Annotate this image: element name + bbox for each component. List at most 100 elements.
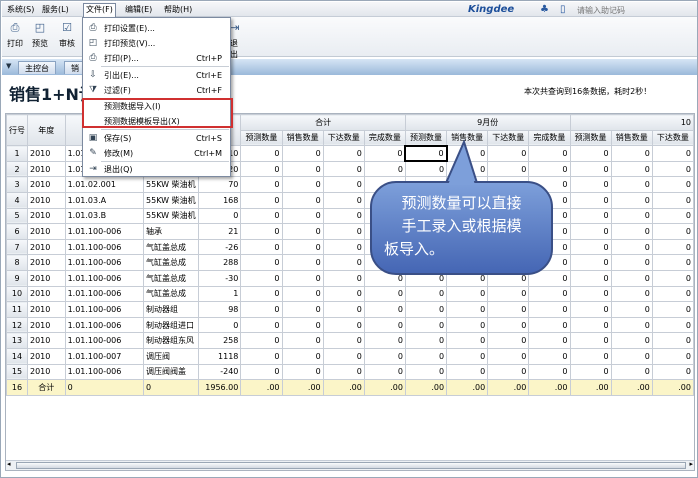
value-cell[interactable]: 0 [322, 269, 365, 287]
value-cell[interactable]: 0 [651, 238, 694, 256]
value-cell[interactable]: 0 [240, 301, 283, 318]
value-cell[interactable]: 0 [528, 332, 571, 349]
product-code-cell[interactable]: 1.01.100-007 [64, 347, 145, 365]
sub-header-cell[interactable]: 下达数量 [322, 129, 365, 147]
value-cell[interactable]: 0 [610, 145, 653, 162]
value-cell[interactable]: 0 [404, 347, 448, 365]
value-cell[interactable]: 0 [446, 145, 489, 162]
header-group-september[interactable]: 9月份 [404, 114, 571, 131]
value-cell[interactable]: 0 [446, 316, 489, 334]
year-cell[interactable]: 2010 [27, 347, 66, 365]
product-code-cell[interactable]: 1.01.100-006 [64, 316, 145, 334]
value-cell[interactable]: 0 [569, 238, 612, 256]
quantity-cell[interactable]: -26 [197, 238, 242, 256]
product-code-cell[interactable]: 1.01.100-006 [64, 332, 145, 349]
value-cell[interactable]: 0 [651, 269, 694, 287]
year-cell[interactable]: 2010 [27, 363, 66, 381]
menu-item-5[interactable]: ⧩ 过滤(F) Ctrl+F [84, 84, 230, 97]
value-cell[interactable]: 0 [610, 254, 653, 271]
value-cell[interactable]: 0 [446, 332, 489, 349]
value-cell[interactable]: 0 [281, 332, 324, 349]
year-cell[interactable]: 2010 [27, 160, 66, 178]
quantity-cell[interactable]: 288 [197, 254, 242, 271]
header-row-number[interactable]: 行号 [6, 114, 28, 147]
product-code-cell[interactable]: 1.01.100-006 [64, 238, 145, 256]
total-value-cell[interactable]: .00 [569, 379, 612, 396]
value-cell[interactable]: 0 [322, 347, 365, 365]
row-number-cell[interactable]: 1 [6, 145, 28, 162]
total-value-cell[interactable]: .00 [610, 379, 653, 396]
menu-file[interactable]: 文件(F) [83, 3, 116, 18]
row-number-cell[interactable]: 3 [6, 176, 28, 193]
value-cell[interactable]: 0 [240, 269, 283, 287]
value-cell[interactable]: 0 [240, 145, 283, 162]
value-cell[interactable]: 0 [363, 316, 406, 334]
row-number-cell[interactable]: 4 [6, 191, 28, 209]
total-value-cell[interactable]: .00 [404, 379, 448, 396]
value-cell[interactable]: 0 [569, 160, 612, 178]
product-name-cell[interactable]: 气缸盖总成 [143, 254, 199, 271]
total-quantity-cell[interactable]: 1956.00 [197, 379, 242, 396]
value-cell[interactable]: 0 [487, 301, 530, 318]
sub-header-cell[interactable]: 预测数量 [240, 129, 283, 147]
value-cell[interactable]: 0 [610, 207, 653, 225]
value-cell[interactable]: 0 [610, 238, 653, 256]
value-cell[interactable]: 0 [240, 223, 283, 240]
row-number-cell[interactable]: 10 [6, 285, 28, 303]
value-cell[interactable]: 0 [281, 145, 324, 162]
value-cell[interactable]: 0 [569, 223, 612, 240]
sub-header-cell[interactable]: 下达数量 [651, 129, 694, 147]
value-cell[interactable]: 0 [569, 363, 612, 381]
value-cell[interactable]: 0 [322, 285, 365, 303]
value-cell[interactable]: 0 [404, 285, 448, 303]
product-code-cell[interactable]: 1.01.100-006 [64, 285, 145, 303]
tab-list-icon[interactable]: ▼ [6, 62, 11, 70]
value-cell[interactable]: 0 [651, 363, 694, 381]
sub-header-cell[interactable]: 预测数量 [569, 129, 612, 147]
year-cell[interactable]: 2010 [27, 301, 66, 318]
quantity-cell[interactable]: -30 [197, 269, 242, 287]
value-cell[interactable]: 0 [281, 223, 324, 240]
value-cell[interactable]: 0 [322, 363, 365, 381]
value-cell[interactable]: 0 [281, 254, 324, 271]
value-cell[interactable]: 0 [240, 363, 283, 381]
sub-header-cell[interactable]: 销售数量 [281, 129, 324, 147]
product-code-cell[interactable]: 1.01.100-006 [64, 254, 145, 271]
value-cell[interactable]: 0 [322, 301, 365, 318]
value-cell[interactable]: 0 [322, 254, 365, 271]
value-cell[interactable]: 0 [651, 207, 694, 225]
value-cell[interactable]: 0 [281, 285, 324, 303]
value-cell[interactable]: 0 [569, 145, 612, 162]
year-cell[interactable]: 2010 [27, 269, 66, 287]
year-cell[interactable]: 2010 [27, 145, 66, 162]
value-cell[interactable]: 0 [281, 347, 324, 365]
sub-header-cell[interactable]: 预测数量 [404, 129, 448, 147]
value-cell[interactable]: 0 [281, 363, 324, 381]
value-cell[interactable]: 0 [281, 207, 324, 225]
tab-main-console[interactable]: 主控台 [18, 61, 56, 74]
quantity-cell[interactable]: -240 [197, 363, 242, 381]
menu-item-1[interactable]: ⎙ 打印设置(E)... [84, 22, 230, 35]
product-name-cell[interactable]: 制动器组进口 [143, 316, 199, 334]
horizontal-scrollbar[interactable]: ◂ ▸ [6, 460, 694, 470]
row-number-cell[interactable]: 9 [6, 269, 28, 287]
value-cell[interactable]: 0 [322, 160, 365, 178]
value-cell[interactable]: 0 [322, 145, 365, 162]
menu-item-8[interactable]: ▣ 保存(S) Ctrl+S [84, 132, 230, 145]
sub-header-cell[interactable]: 完成数量 [528, 129, 571, 147]
sub-header-cell[interactable]: 完成数量 [363, 129, 406, 147]
menu-system[interactable]: 系统(S) [5, 4, 36, 16]
product-name-cell[interactable]: 气缸盖总成 [143, 285, 199, 303]
menu-item-9[interactable]: ✎ 修改(M) Ctrl+M [84, 147, 230, 160]
quantity-cell[interactable]: 70 [197, 176, 242, 193]
value-cell[interactable]: 0 [446, 363, 489, 381]
menu-item-2[interactable]: ◰ 打印预览(V)... [84, 37, 230, 50]
value-cell[interactable]: 0 [610, 176, 653, 193]
value-cell[interactable]: 0 [281, 301, 324, 318]
product-name-cell[interactable]: 气缸盖总成 [143, 238, 199, 256]
sub-header-cell[interactable]: 下达数量 [487, 129, 530, 147]
value-cell[interactable]: 0 [240, 191, 283, 209]
preview-button[interactable]: ◰ 预览 [29, 20, 51, 49]
header-group-october[interactable]: 10 [569, 114, 694, 131]
row-number-cell[interactable]: 15 [6, 363, 28, 381]
